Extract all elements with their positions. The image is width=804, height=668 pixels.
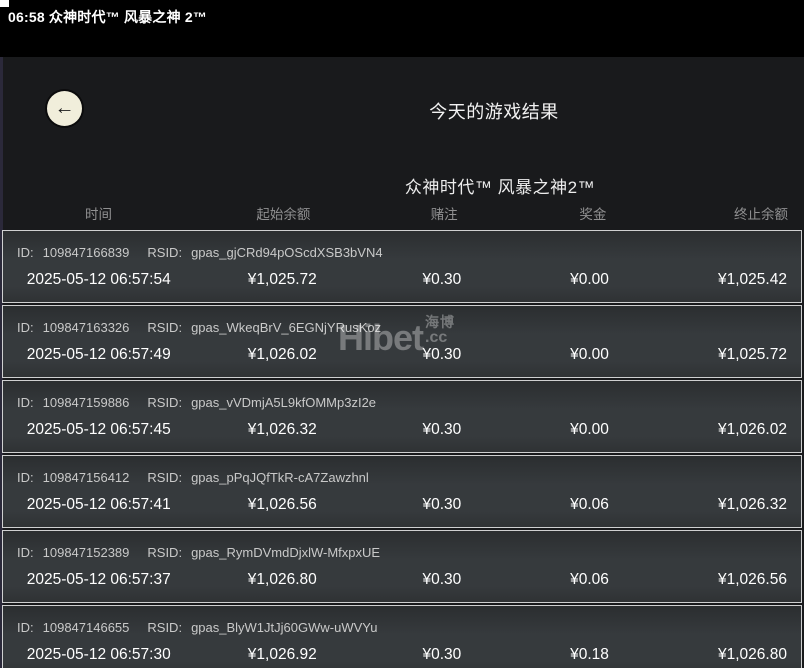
- game-title: 众神时代™ 风暴之神2™: [196, 173, 804, 198]
- row-values: 2025-05-12 06:57:45 ¥1,026.32 ¥0.30 ¥0.0…: [3, 420, 801, 440]
- table-row: ID: 109847166839 RSID: gpas_gjCRd94pOScdXSB…: [2, 230, 802, 303]
- round-id: 109847159886: [43, 395, 130, 410]
- rsid-label: RSID:: [147, 245, 182, 260]
- row-id-line: ID: 109847152389 RSID: gpas_RymDVmdDjxlW-Mf…: [3, 545, 801, 561]
- round-id: 109847166839: [43, 245, 130, 260]
- column-header-bet: 赌注: [372, 203, 517, 223]
- row-id-line: ID: 109847166839 RSID: gpas_gjCRd94pOScdXSB…: [3, 245, 801, 261]
- row-id-line: ID: 109847146655 RSID: gpas_BlyW1JtJj60GWw-…: [3, 620, 801, 636]
- cell-start-balance: ¥1,026.32: [195, 420, 371, 440]
- cell-start-balance: ¥1,026.02: [195, 345, 371, 365]
- id-label: ID:: [17, 470, 34, 485]
- rsid-label: RSID:: [147, 470, 182, 485]
- cell-bet: ¥0.30: [370, 495, 514, 515]
- round-rsid: gpas_pPqJQfTkR-cA7Zawzhnl: [191, 470, 369, 485]
- round-rsid: gpas_BlyW1JtJj60GWw-uWVYu: [191, 620, 377, 635]
- results-panel: ← 今天的游戏结果 众神时代™ 风暴之神2™ 时间 起始余额 赌注 奖金 终止余…: [0, 57, 804, 668]
- cell-prize: ¥0.06: [514, 570, 666, 590]
- cell-datetime: 2025-05-12 06:57:54: [3, 270, 195, 290]
- cell-datetime: 2025-05-12 06:57:41: [3, 495, 195, 515]
- back-arrow-icon: ←: [55, 97, 75, 119]
- row-values: 2025-05-12 06:57:54 ¥1,025.72 ¥0.30 ¥0.0…: [3, 270, 801, 290]
- cell-end-balance: ¥1,026.02: [665, 420, 801, 440]
- table-row: ID: 109847152389 RSID: gpas_RymDVmdDjxlW-Mf…: [2, 530, 802, 603]
- cell-bet: ¥0.30: [370, 270, 514, 290]
- id-label: ID:: [17, 395, 34, 410]
- column-header-time: 时间: [2, 203, 195, 223]
- round-rsid: gpas_RymDVmdDjxlW-MfxpxUE: [191, 545, 380, 560]
- column-header-prize: 奖金: [517, 203, 670, 223]
- round-rsid: gpas_WkeqBrV_6EGNjYRusKoz: [191, 320, 381, 335]
- cell-datetime: 2025-05-12 06:57:37: [3, 570, 195, 590]
- column-header-start-balance: 起始余额: [195, 203, 372, 223]
- cell-end-balance: ¥1,025.72: [665, 345, 801, 365]
- cell-start-balance: ¥1,026.80: [195, 570, 371, 590]
- cell-start-balance: ¥1,026.92: [195, 645, 371, 665]
- cell-prize: ¥0.00: [514, 345, 666, 365]
- cell-prize: ¥0.06: [514, 495, 666, 515]
- cell-bet: ¥0.30: [370, 345, 514, 365]
- round-id: 109847156412: [43, 470, 130, 485]
- cell-prize: ¥0.00: [514, 270, 666, 290]
- cell-prize: ¥0.18: [514, 645, 666, 665]
- row-values: 2025-05-12 06:57:30 ¥1,026.92 ¥0.30 ¥0.1…: [3, 645, 801, 665]
- rsid-label: RSID:: [147, 545, 182, 560]
- round-id: 109847152389: [43, 545, 130, 560]
- cell-datetime: 2025-05-12 06:57:49: [3, 345, 195, 365]
- table-row: ID: 109847156412 RSID: gpas_pPqJQfTkR-cA7Za…: [2, 455, 802, 528]
- rsid-label: RSID:: [147, 620, 182, 635]
- id-label: ID:: [17, 245, 34, 260]
- rsid-label: RSID:: [147, 320, 182, 335]
- cell-datetime: 2025-05-12 06:57:30: [3, 645, 195, 665]
- cell-start-balance: ¥1,025.72: [195, 270, 371, 290]
- table-row: ID: 109847163326 RSID: gpas_WkeqBrV_6EGNjYR…: [2, 305, 802, 378]
- status-bar-title: 06:58 众神时代™ 风暴之神 2™: [8, 7, 207, 27]
- row-id-line: ID: 109847156412 RSID: gpas_pPqJQfTkR-cA7Za…: [3, 470, 801, 486]
- table-header-row: 时间 起始余额 赌注 奖金 终止余额: [2, 203, 804, 223]
- id-label: ID:: [17, 620, 34, 635]
- cell-bet: ¥0.30: [370, 420, 514, 440]
- row-id-line: ID: 109847163326 RSID: gpas_WkeqBrV_6EGNjYR…: [3, 320, 801, 336]
- rsid-label: RSID:: [147, 395, 182, 410]
- cell-bet: ¥0.30: [370, 570, 514, 590]
- round-rsid: gpas_gjCRd94pOScdXSB3bVN4: [191, 245, 383, 260]
- cell-end-balance: ¥1,026.56: [665, 570, 801, 590]
- row-values: 2025-05-12 06:57:49 ¥1,026.02 ¥0.30 ¥0.0…: [3, 345, 801, 365]
- cell-datetime: 2025-05-12 06:57:45: [3, 420, 195, 440]
- status-bar: 06:58 众神时代™ 风暴之神 2™: [0, 0, 804, 57]
- cell-end-balance: ¥1,026.80: [665, 645, 801, 665]
- round-id: 109847163326: [43, 320, 130, 335]
- cell-bet: ¥0.30: [370, 645, 514, 665]
- page-title: 今天的游戏结果: [184, 98, 804, 124]
- column-header-end-balance: 终止余额: [669, 203, 804, 223]
- id-label: ID:: [17, 320, 34, 335]
- cell-end-balance: ¥1,026.32: [665, 495, 801, 515]
- row-values: 2025-05-12 06:57:41 ¥1,026.56 ¥0.30 ¥0.0…: [3, 495, 801, 515]
- back-button[interactable]: ←: [47, 91, 82, 126]
- cell-end-balance: ¥1,025.42: [665, 270, 801, 290]
- table-row: ID: 109847159886 RSID: gpas_vVDmjA5L9kfOMMp…: [2, 380, 802, 453]
- results-list: ID: 109847166839 RSID: gpas_gjCRd94pOScdXSB…: [2, 230, 802, 668]
- round-rsid: gpas_vVDmjA5L9kfOMMp3zI2e: [191, 395, 376, 410]
- table-row: ID: 109847146655 RSID: gpas_BlyW1JtJj60GWw-…: [2, 605, 802, 668]
- row-values: 2025-05-12 06:57:37 ¥1,026.80 ¥0.30 ¥0.0…: [3, 570, 801, 590]
- round-id: 109847146655: [43, 620, 130, 635]
- cell-prize: ¥0.00: [514, 420, 666, 440]
- cell-start-balance: ¥1,026.56: [195, 495, 371, 515]
- row-id-line: ID: 109847159886 RSID: gpas_vVDmjA5L9kfOMMp…: [3, 395, 801, 411]
- corner-square: [0, 0, 9, 7]
- id-label: ID:: [17, 545, 34, 560]
